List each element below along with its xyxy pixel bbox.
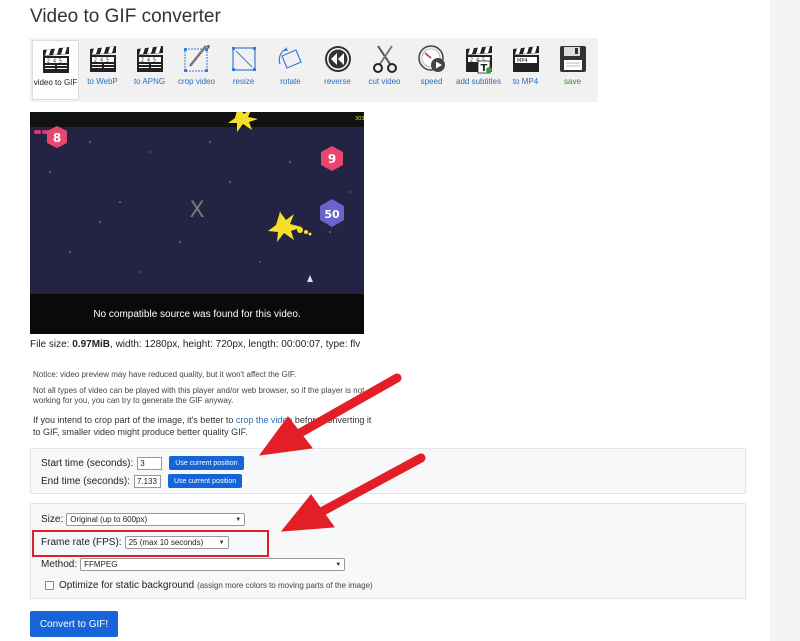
time-panel: Start time (seconds): 3 Use current posi… — [30, 448, 746, 494]
video-preview[interactable]: 8 9 50 303 X No compatible source was fo… — [30, 112, 364, 334]
chevron-down-icon: ▼ — [235, 516, 242, 523]
svg-text:2 4 5: 2 4 5 — [47, 59, 62, 65]
hearts — [34, 130, 49, 134]
tool-cut-video[interactable]: cut video — [361, 40, 408, 100]
badge-8: 8 — [53, 131, 61, 145]
size-select[interactable]: Original (up to 600px) ▼ — [66, 513, 246, 526]
tool-label: add subtitles — [456, 77, 501, 86]
size-row: Size: Original (up to 600px) ▼ — [41, 513, 246, 526]
notice-line-3: If you intend to crop part of the image,… — [33, 415, 372, 437]
tool-to-apng[interactable]: 2 4 5 to APNG — [126, 40, 173, 100]
file-info: File size: 0.97MiB, width: 1280px, heigh… — [30, 339, 360, 350]
crop-video-link[interactable]: crop the video — [236, 415, 293, 425]
tool-video-to-gif[interactable]: 2 4 5 video to GIF — [32, 40, 79, 100]
svg-text:MP4: MP4 — [517, 58, 528, 64]
floppy-disk-icon — [559, 46, 586, 72]
tool-save[interactable]: save — [549, 40, 596, 100]
tool-label: video to GIF — [33, 78, 78, 87]
tool-label: speed — [420, 77, 443, 86]
mp4-icon: MP4 — [512, 46, 539, 72]
convert-to-gif-button[interactable]: Convert to GIF! — [30, 611, 118, 637]
subtitles-icon: 2 4 5 T — [465, 46, 492, 74]
svg-text:2 4 5: 2 4 5 — [94, 58, 109, 64]
start-use-current-button[interactable]: Use current position — [169, 456, 244, 470]
start-time-label: Start time (seconds): — [41, 457, 134, 469]
clapperboard-icon: 2 4 5 — [42, 47, 69, 73]
badge-50: 50 — [324, 208, 340, 221]
optimize-checkbox[interactable] — [45, 581, 54, 590]
size-label: Size: — [41, 514, 64, 525]
tool-crop-video[interactable]: crop video — [173, 40, 220, 100]
tool-label: to WebP — [87, 77, 118, 86]
start-time-input[interactable]: 3 — [137, 456, 163, 470]
badge-9: 9 — [328, 152, 336, 166]
method-select[interactable]: FFMPEG ▼ — [80, 558, 346, 571]
svg-text:2 4 5: 2 4 5 — [141, 58, 156, 64]
page-title: Video to GIF converter — [30, 6, 221, 27]
optimize-row: Optimize for static background (assign m… — [45, 580, 373, 591]
tool-label: resize — [232, 77, 255, 86]
clapperboard-icon: 2 4 5 — [136, 46, 163, 72]
end-time-label: End time (seconds): — [41, 475, 130, 487]
scissors-icon — [372, 45, 397, 73]
video-error-message: No compatible source was found for this … — [30, 294, 364, 334]
optimize-note: (assign more colors to moving parts of t… — [197, 581, 373, 590]
tool-rotate[interactable]: rotate — [267, 40, 314, 100]
resize-icon — [231, 47, 256, 71]
tool-label: to APNG — [133, 77, 166, 86]
chevron-down-icon: ▼ — [335, 561, 342, 568]
file-size-label: File size: — [30, 339, 70, 350]
tool-label: cut video — [368, 77, 401, 86]
end-use-current-button[interactable]: Use current position — [167, 474, 243, 488]
tool-label: reverse — [324, 77, 351, 86]
tool-resize[interactable]: resize — [220, 40, 267, 100]
rotate-icon — [278, 47, 302, 69]
notice-line-1: Notice: video preview may have reduced q… — [33, 370, 297, 379]
optimize-label[interactable]: Optimize for static background — [59, 580, 194, 591]
method-label: Method: — [41, 559, 78, 570]
tool-toolbar: 2 4 5 video to GIF 2 4 5 to WebP 2 4 5 t… — [30, 38, 598, 102]
tool-reverse[interactable]: reverse — [314, 40, 361, 100]
file-info-rest: , width: 1280px, height: 720px, length: … — [110, 339, 361, 350]
score: 303 — [355, 116, 364, 122]
right-scroll-strip — [770, 0, 800, 641]
notice-block: Notice: video preview may have reduced q… — [33, 370, 378, 444]
speedometer-icon — [417, 45, 445, 72]
tool-label: rotate — [280, 77, 301, 86]
method-row: Method: FFMPEG ▼ — [41, 558, 346, 571]
tool-to-mp4[interactable]: MP4 to MP4 — [502, 40, 549, 100]
reverse-icon — [324, 46, 351, 72]
tool-add-subtitles[interactable]: 2 4 5 T add subtitles — [455, 40, 502, 100]
tool-to-webp[interactable]: 2 4 5 to WebP — [79, 40, 126, 100]
tool-label: save — [564, 77, 581, 86]
notice-line-2: Not all types of video can be played wit… — [33, 386, 365, 405]
tool-label: to MP4 — [512, 77, 539, 86]
fps-highlight-box — [32, 530, 269, 557]
end-time-input[interactable]: 7.133 — [133, 474, 161, 488]
file-size-value: 0.97MiB — [72, 339, 111, 350]
close-x-glyph: X — [189, 198, 204, 223]
crop-icon — [183, 45, 210, 72]
game-frame: 8 9 50 303 X — [34, 112, 364, 282]
start-time-row: Start time (seconds): 3 Use current posi… — [41, 456, 244, 470]
end-time-row: End time (seconds): 7.133 Use current po… — [41, 474, 243, 488]
tool-label: crop video — [178, 77, 215, 86]
tool-speed[interactable]: speed — [408, 40, 455, 100]
clapperboard-icon: 2 4 5 — [89, 46, 116, 72]
